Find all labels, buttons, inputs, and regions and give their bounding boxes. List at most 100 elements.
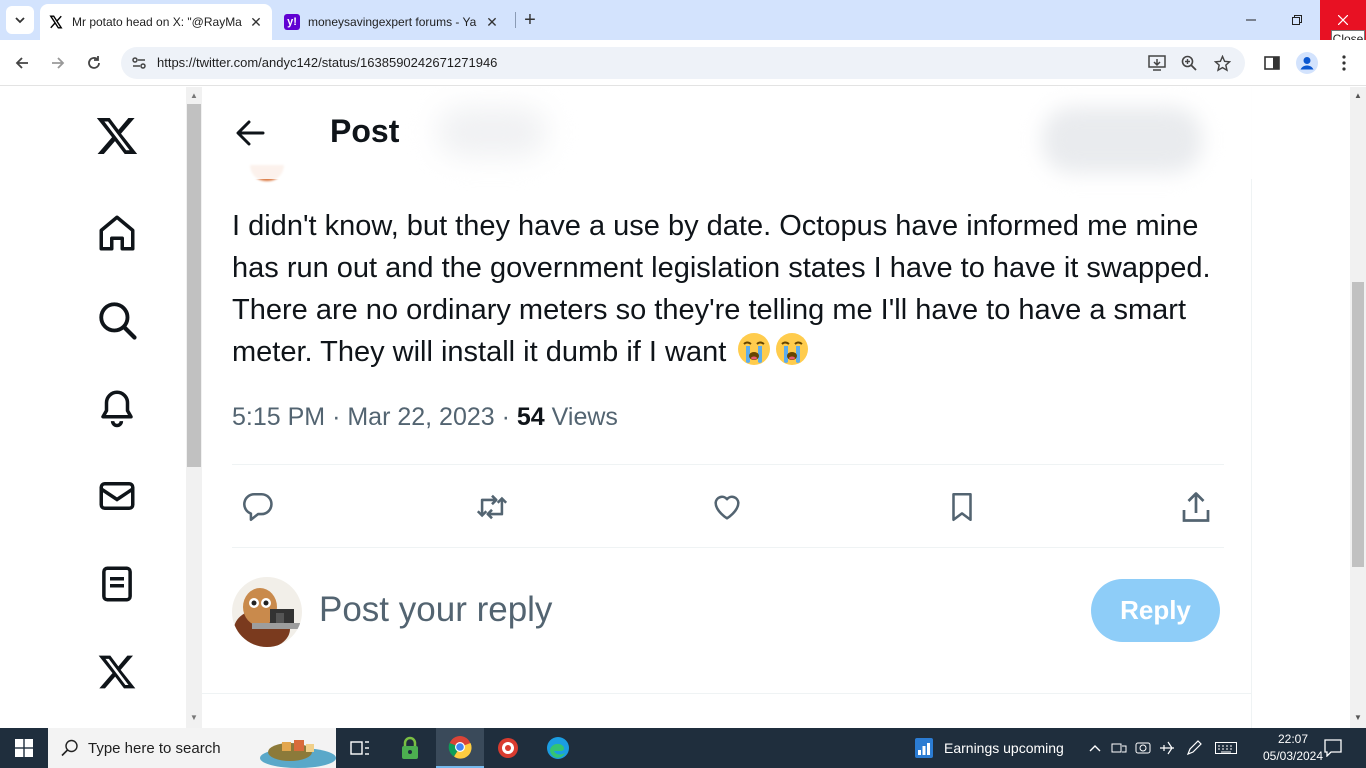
primary-column: Post I didn't know, but they have a use … bbox=[202, 87, 1252, 728]
side-panel-icon bbox=[1264, 56, 1280, 70]
page-title: Post bbox=[330, 113, 400, 149]
bell-icon bbox=[101, 390, 133, 428]
scroll-up-arrow-icon[interactable]: ▲ bbox=[1354, 91, 1362, 100]
browser-tab-strip: Mr potato head on X: "@RayMa ✕ y! moneys… bbox=[0, 0, 1366, 40]
x-logo-icon bbox=[48, 14, 64, 30]
clock-date: 05/03/2024 bbox=[1262, 749, 1324, 763]
user-avatar[interactable] bbox=[232, 577, 302, 647]
post-header: Post bbox=[202, 87, 1252, 179]
post-date[interactable]: Mar 22, 2023 bbox=[347, 403, 494, 431]
url-text[interactable]: https://twitter.com/andyc142/status/1638… bbox=[157, 55, 497, 70]
system-clock[interactable]: 22:07 05/03/2024 bbox=[1262, 731, 1324, 765]
padlock-icon bbox=[402, 736, 418, 759]
tab-close-icon[interactable]: ✕ bbox=[482, 12, 502, 32]
back-nav-button[interactable] bbox=[9, 50, 35, 76]
tab-title: Mr potato head on X: "@RayMa bbox=[72, 15, 242, 29]
profile-button[interactable] bbox=[1294, 50, 1320, 76]
zoom-icon[interactable] bbox=[1179, 53, 1199, 73]
scrollbar-thumb[interactable] bbox=[1352, 282, 1364, 567]
taskbar-lock-app[interactable] bbox=[386, 728, 434, 768]
tray-keyboard-icon[interactable] bbox=[1212, 728, 1240, 768]
list-document-icon bbox=[102, 566, 132, 602]
reply-action-button[interactable] bbox=[234, 483, 282, 531]
divider bbox=[232, 464, 1224, 465]
task-view-icon bbox=[350, 741, 369, 755]
lists-nav-button[interactable] bbox=[92, 559, 142, 609]
repost-action-button[interactable] bbox=[468, 483, 516, 531]
chevron-up-icon bbox=[1089, 745, 1101, 752]
messages-nav-button[interactable] bbox=[92, 471, 142, 521]
taskbar-app-red[interactable] bbox=[484, 728, 532, 768]
post-body: I didn't know, but they have a use by da… bbox=[232, 210, 1211, 368]
back-button[interactable] bbox=[230, 113, 270, 153]
nav-scrollbar[interactable]: ▲ ▼ bbox=[186, 87, 202, 728]
close-icon bbox=[1338, 15, 1348, 25]
tray-pen-icon[interactable] bbox=[1182, 728, 1206, 768]
scroll-down-arrow-icon[interactable]: ▼ bbox=[1354, 713, 1362, 722]
taskbar-search[interactable]: Type here to search bbox=[48, 728, 336, 768]
like-action-button[interactable] bbox=[703, 483, 751, 531]
premium-nav-button[interactable] bbox=[92, 647, 142, 697]
start-button[interactable] bbox=[0, 728, 48, 768]
divider bbox=[232, 547, 1224, 548]
show-hidden-icons-button[interactable] bbox=[1084, 728, 1106, 768]
notification-icon bbox=[1324, 739, 1342, 757]
post-time[interactable]: 5:15 PM bbox=[232, 403, 325, 431]
tab-twitter-post[interactable]: Mr potato head on X: "@RayMa ✕ bbox=[40, 4, 272, 40]
bookmark-icon bbox=[952, 492, 972, 522]
action-center-button[interactable] bbox=[1320, 728, 1346, 768]
address-bar[interactable]: https://twitter.com/andyc142/status/1638… bbox=[121, 47, 1245, 79]
taskbar-edge[interactable] bbox=[534, 728, 582, 768]
tray-airplane-icon[interactable] bbox=[1156, 728, 1178, 768]
repost-icon bbox=[476, 494, 508, 520]
minimize-icon bbox=[1246, 19, 1256, 21]
explore-nav-button[interactable] bbox=[92, 295, 142, 345]
minimize-button[interactable] bbox=[1228, 0, 1274, 40]
bookmark-action-button[interactable] bbox=[938, 483, 986, 531]
reload-button[interactable] bbox=[81, 50, 107, 76]
arrow-right-icon bbox=[52, 57, 65, 69]
clock-time: 22:07 bbox=[1277, 732, 1309, 746]
tab-search-button[interactable] bbox=[6, 6, 34, 34]
scroll-down-arrow-icon[interactable]: ▼ bbox=[190, 713, 198, 722]
notifications-nav-button[interactable] bbox=[92, 383, 142, 433]
edge-icon bbox=[547, 737, 569, 759]
windows-taskbar: Type here to search Earnings upcoming 22… bbox=[0, 728, 1366, 768]
tab-close-icon[interactable]: ✕ bbox=[246, 12, 266, 32]
task-view-button[interactable] bbox=[336, 728, 384, 768]
tab-yahoo-search[interactable]: y! moneysavingexpert forums - Ya ✕ bbox=[276, 4, 508, 40]
loudly-crying-face-icon bbox=[738, 333, 771, 365]
site-info-icon[interactable] bbox=[129, 53, 149, 73]
post-text: I didn't know, but they have a use by da… bbox=[232, 205, 1222, 373]
restore-button[interactable] bbox=[1274, 0, 1320, 40]
views-label: Views bbox=[551, 403, 618, 431]
reply-input[interactable]: Post your reply bbox=[319, 590, 552, 630]
mail-icon bbox=[99, 482, 135, 510]
x-home-logo-button[interactable] bbox=[92, 111, 142, 161]
new-tab-button[interactable]: + bbox=[518, 8, 542, 32]
share-action-button[interactable] bbox=[1172, 483, 1220, 531]
left-navigation bbox=[0, 87, 186, 728]
tray-camera-icon[interactable] bbox=[1132, 728, 1154, 768]
scroll-up-arrow-icon[interactable]: ▲ bbox=[190, 91, 198, 100]
install-app-icon[interactable] bbox=[1147, 53, 1167, 73]
share-upload-icon bbox=[1182, 492, 1210, 522]
home-nav-button[interactable] bbox=[92, 208, 142, 258]
chevron-down-icon bbox=[15, 17, 25, 24]
tray-network-icon[interactable] bbox=[1108, 728, 1130, 768]
page-scrollbar[interactable]: ▲ ▼ bbox=[1350, 87, 1366, 728]
widget-label: Earnings upcoming bbox=[944, 740, 1064, 756]
bookmark-star-icon[interactable] bbox=[1212, 53, 1232, 73]
forward-nav-button[interactable] bbox=[45, 50, 71, 76]
news-widget[interactable]: Earnings upcoming bbox=[914, 728, 1064, 768]
taskbar-chrome[interactable] bbox=[436, 728, 484, 768]
reply-button[interactable]: Reply bbox=[1091, 579, 1220, 642]
arrow-left-icon bbox=[236, 120, 265, 146]
yahoo-icon: y! bbox=[284, 14, 300, 30]
scrollbar-thumb[interactable] bbox=[187, 104, 201, 467]
x-logo-icon bbox=[96, 118, 138, 154]
browser-menu-button[interactable] bbox=[1331, 50, 1357, 76]
side-panel-button[interactable] bbox=[1259, 50, 1285, 76]
arrow-left-icon bbox=[15, 57, 28, 69]
stock-report-icon bbox=[915, 738, 933, 758]
